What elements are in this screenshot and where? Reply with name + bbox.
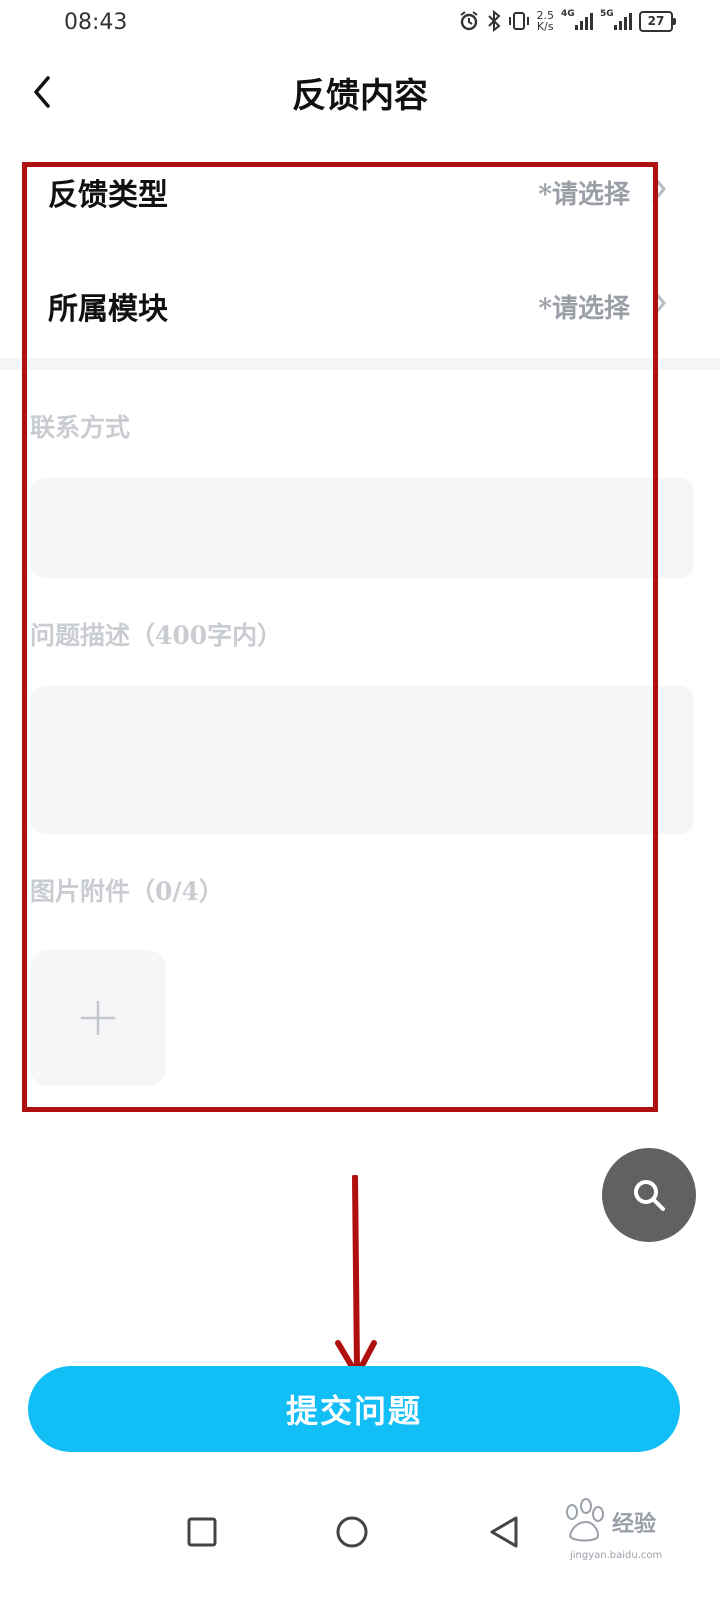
baidu-jingyan-watermark: 经验 jingyan.baidu.com [560, 1498, 710, 1568]
paw-logo-icon [566, 1498, 604, 1542]
net-speed: 2.5 K/s [537, 10, 555, 32]
module-value: *请选择 [538, 294, 630, 324]
module-picker[interactable]: 所属模块 *请选择 [0, 284, 720, 354]
watermark-url: jingyan.baidu.com [570, 1550, 663, 1561]
battery-level: 27 [639, 10, 673, 32]
module-label: 所属模块 [48, 292, 168, 327]
feedback-type-value: *请选择 [538, 180, 630, 210]
search-icon [634, 1180, 665, 1211]
chevron-right-icon [652, 289, 666, 317]
add-image-button[interactable] [30, 950, 166, 1086]
search-fab[interactable] [602, 1148, 696, 1242]
contact-label: 联系方式 [30, 413, 131, 442]
description-label: 问题描述（400字内） [30, 621, 283, 650]
net-speed-unit: K/s [536, 20, 554, 33]
status-icons: 2.5 K/s 4G 5G 27 [458, 9, 676, 32]
nav-back-button[interactable] [482, 1510, 526, 1554]
square-icon [187, 1517, 217, 1547]
nav-recents-button[interactable] [180, 1510, 224, 1554]
annotation-arrow [335, 1175, 377, 1378]
page-title: 反馈内容 [292, 76, 428, 116]
nav-home-button[interactable] [330, 1510, 374, 1554]
feedback-type-label: 反馈类型 [48, 178, 168, 213]
feedback-type-picker[interactable]: 反馈类型 *请选择 [0, 170, 720, 240]
section-divider [0, 358, 720, 370]
signal-2-gen: 5G [600, 9, 614, 19]
plus-icon [81, 1001, 115, 1035]
circle-icon [336, 1516, 368, 1548]
watermark-text: 经验 [612, 1512, 657, 1537]
description-textarea[interactable] [30, 686, 694, 834]
signal-1-gen: 4G [561, 9, 575, 19]
signal-2-icon: 5G [600, 9, 632, 30]
status-bar: 08:43 2.5 K/s 4G 5G 27 [0, 0, 720, 50]
vibrate-icon [508, 12, 529, 30]
battery-icon: 27 [639, 10, 676, 32]
signal-1-icon: 4G [561, 9, 593, 30]
status-time: 08:43 [64, 10, 128, 35]
alarm-icon [459, 11, 478, 31]
attachments-label: 图片附件（0/4） [30, 877, 224, 906]
bluetooth-icon [487, 10, 500, 32]
triangle-back-icon [490, 1516, 518, 1548]
submit-button[interactable]: 提交问题 [28, 1366, 680, 1452]
chevron-right-icon [652, 175, 666, 203]
contact-input[interactable] [30, 478, 694, 578]
